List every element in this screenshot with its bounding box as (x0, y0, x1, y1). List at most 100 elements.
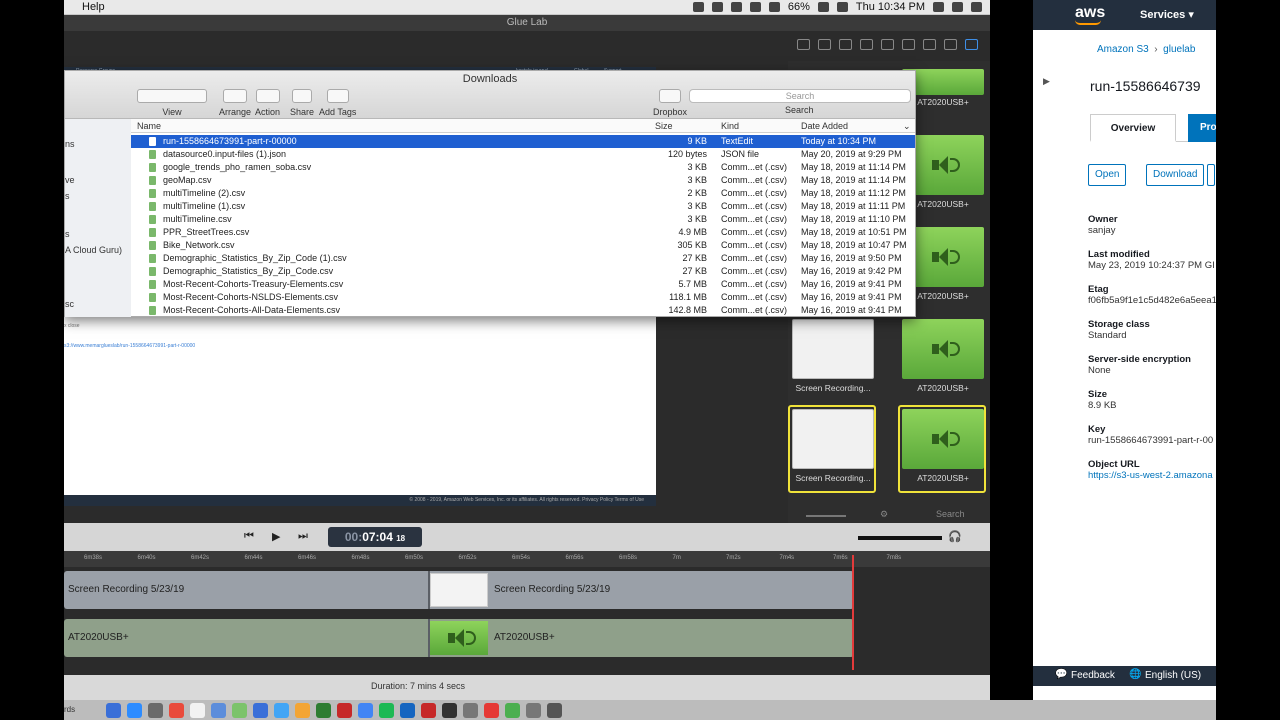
dock-app-icon[interactable] (253, 703, 268, 718)
file-row[interactable]: Bike_Network.csv 305 KB Comm...et (.csv) Ma… (131, 239, 915, 252)
dock-app-icon[interactable] (274, 703, 289, 718)
notification-center-icon[interactable] (971, 2, 982, 12)
menu-clock[interactable]: Thu 10:34 PM (856, 1, 925, 13)
dock-app-icon[interactable] (463, 703, 478, 718)
file-row[interactable]: google_trends_pho_ramen_soba.csv 3 KB Comm… (131, 161, 915, 174)
column-date-added[interactable]: Date Added (801, 121, 848, 131)
file-row[interactable]: Most-Recent-Cohorts-All-Data-Elements.cs… (131, 304, 915, 317)
screen-icon[interactable] (711, 2, 723, 12)
dock-app-icon[interactable] (190, 703, 205, 718)
collapse-arrow-icon[interactable]: ▶ (1043, 76, 1050, 87)
file-row[interactable]: run-1558664673991-part-r-00000 9 KB TextEd… (131, 135, 915, 148)
file-row[interactable]: multiTimeline.csv 3 KB Comm...et (.csv) May… (131, 213, 915, 226)
services-menu[interactable]: Services ▾ (1140, 8, 1194, 21)
media-tile[interactable]: Screen Recording... (790, 317, 876, 401)
battery-percent[interactable]: 66% (788, 1, 810, 13)
media-tile[interactable]: AT2020USB+ (900, 317, 986, 401)
sidebar-item[interactable]: A Cloud Guru) (65, 245, 122, 255)
fast-forward-icon[interactable]: ⏭ (298, 530, 312, 544)
finder-search-input[interactable]: Search (689, 89, 911, 103)
file-row[interactable]: Most-Recent-Cohorts-NSLDS-Elements.csv 11… (131, 291, 915, 304)
playhead[interactable] (852, 555, 854, 670)
media-tile-selected[interactable]: Screen Recording... (788, 405, 876, 493)
dock-app-icon[interactable] (484, 703, 499, 718)
file-row[interactable]: Demographic_Statistics_By_Zip_Code (1).c… (131, 252, 915, 265)
text-icon[interactable] (944, 39, 957, 50)
wifi-icon[interactable] (749, 2, 761, 12)
battery-icon[interactable] (817, 2, 829, 12)
file-row[interactable]: multiTimeline (2).csv 2 KB Comm...et (.csv… (131, 187, 915, 200)
dropbox-icon[interactable] (692, 2, 704, 12)
dock-app-icon[interactable] (337, 703, 352, 718)
rewind-icon[interactable]: ⏮ (244, 530, 258, 544)
pen-icon[interactable] (923, 39, 936, 50)
dock-app-icon[interactable] (232, 703, 247, 718)
touch-callout-icon[interactable] (881, 39, 894, 50)
dropbox-control[interactable]: Dropbox (653, 89, 687, 117)
dock-app-icon[interactable] (358, 703, 373, 718)
dock-app-icon[interactable] (505, 703, 520, 718)
sidebar-item[interactable]: s (65, 191, 70, 201)
dock-app-icon[interactable] (169, 703, 184, 718)
column-size[interactable]: Size (655, 121, 673, 131)
volume-bar[interactable] (858, 536, 942, 540)
view-control[interactable]: View (137, 89, 207, 117)
open-button[interactable]: Open (1088, 164, 1127, 186)
dock-app-icon[interactable] (442, 703, 457, 718)
siri-icon[interactable] (952, 2, 963, 12)
file-row[interactable]: PPR_StreetTrees.csv 4.9 MB Comm...et (.csv… (131, 226, 915, 239)
sidebar-item[interactable]: sc (65, 299, 74, 309)
feedback-link[interactable]: Feedback (1071, 670, 1115, 681)
sort-chevron-icon[interactable]: ⌄ (903, 121, 911, 132)
action-control[interactable]: Action (255, 89, 280, 117)
dock-app-icon[interactable] (400, 703, 415, 718)
more-button[interactable] (1207, 164, 1215, 186)
crumb-amazon-s3[interactable]: Amazon S3 (1097, 44, 1149, 55)
file-row[interactable]: geoMap.csv 3 KB Comm...et (.csv) May 18, 20… (131, 174, 915, 187)
gear-icon[interactable]: ⚙ (880, 509, 888, 520)
file-row[interactable]: Most-Recent-Cohorts-Treasury-Elements.cs… (131, 278, 915, 291)
annotation-icon[interactable] (902, 39, 915, 50)
share-control[interactable]: Share (290, 89, 314, 117)
column-kind[interactable]: Kind (721, 121, 739, 131)
crumb-bucket[interactable]: gluelab (1163, 44, 1195, 55)
flag-icon[interactable] (836, 2, 848, 12)
sidebar-item[interactable]: s (65, 229, 70, 239)
audio-track[interactable]: AT2020USB+ AT2020USB+ (64, 619, 854, 657)
dock-app-icon[interactable] (547, 703, 562, 718)
language-selector[interactable]: English (US) (1145, 670, 1201, 681)
file-row[interactable]: Demographic_Statistics_By_Zip_Code.csv 27… (131, 265, 915, 278)
media-library-icon[interactable] (965, 39, 978, 50)
dock-app-icon[interactable] (127, 703, 142, 718)
screen-recording-icon[interactable] (839, 39, 852, 50)
add-tags-control[interactable]: Add Tags (319, 89, 356, 117)
callout-icon[interactable] (860, 39, 873, 50)
dock-app-icon[interactable] (421, 703, 436, 718)
menu-help[interactable]: Help (82, 1, 105, 13)
audio-properties-icon[interactable] (818, 39, 831, 50)
zoom-slider[interactable] (806, 515, 846, 517)
dock-app-icon[interactable] (148, 703, 163, 718)
dock-app-icon[interactable] (526, 703, 541, 718)
video-properties-icon[interactable] (797, 39, 810, 50)
tab-overview[interactable]: Overview (1090, 114, 1176, 142)
dock-app-icon[interactable] (379, 703, 394, 718)
sidebar-item[interactable]: ns (65, 139, 75, 149)
arrange-control[interactable]: Arrange (219, 89, 251, 117)
dock-app-icon[interactable] (295, 703, 310, 718)
tab-properties[interactable]: Prop (1188, 114, 1216, 142)
dock-app-icon[interactable] (316, 703, 331, 718)
bluetooth-icon[interactable] (730, 2, 742, 12)
sidebar-item[interactable]: ve (65, 175, 75, 185)
spotlight-icon[interactable] (933, 2, 944, 12)
download-button[interactable]: Download (1146, 164, 1205, 186)
media-search[interactable]: ⚙ Search (796, 509, 990, 523)
file-row[interactable]: datasource0.input-files (1).json 120 byte… (131, 148, 915, 161)
dock-app-icon[interactable] (106, 703, 121, 718)
volume-icon[interactable] (768, 2, 780, 12)
headphones-icon[interactable]: 🎧 (948, 530, 962, 544)
play-icon[interactable]: ▶ (272, 530, 286, 544)
media-search-input[interactable]: Search (936, 509, 965, 519)
video-track[interactable]: Screen Recording 5/23/19 Screen Recordin… (64, 571, 854, 609)
file-row[interactable]: multiTimeline (1).csv 3 KB Comm...et (.csv… (131, 200, 915, 213)
